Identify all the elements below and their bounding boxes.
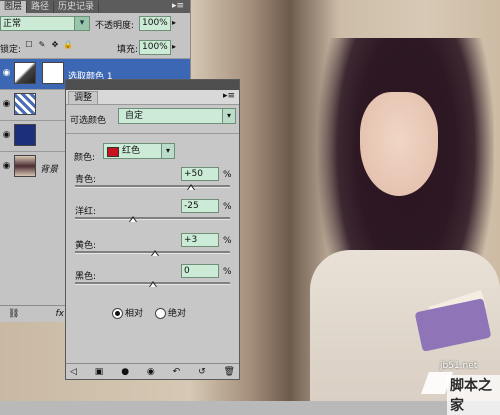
- eye-icon[interactable]: ◉: [1, 161, 12, 172]
- method-radio-group: 相对 绝对: [112, 306, 186, 319]
- yellow-slider-handle[interactable]: [150, 250, 159, 256]
- absolute-label: 绝对: [168, 309, 187, 319]
- previous-state-icon[interactable]: ↶: [173, 367, 181, 377]
- tab-history[interactable]: 历史记录: [54, 1, 100, 13]
- black-slider-handle[interactable]: [148, 281, 157, 287]
- cyan-slider-track[interactable]: [75, 185, 230, 188]
- cyan-input[interactable]: +50: [181, 167, 219, 181]
- absolute-radio[interactable]: [155, 308, 167, 319]
- watermark-name: 脚本之家: [447, 375, 500, 415]
- layers-tabs: 图层 路径 历史记录: [0, 0, 190, 13]
- fx-icon[interactable]: fx: [55, 309, 64, 319]
- relative-option[interactable]: 相对: [112, 306, 143, 319]
- magenta-slider-track[interactable]: [75, 217, 230, 220]
- layer-mask-thumbnail: [42, 62, 64, 84]
- fill-slider-arrow-icon[interactable]: ▸: [172, 42, 176, 51]
- blend-mode-value: 正常: [3, 19, 22, 29]
- relative-radio[interactable]: [112, 308, 123, 319]
- tab-paths[interactable]: 路径: [27, 1, 55, 13]
- cyan-slider-handle[interactable]: [187, 184, 196, 190]
- lock-icons: ☐ ✎ ✥ 🔒: [24, 40, 73, 50]
- lock-paint-icon[interactable]: ✎: [37, 40, 47, 50]
- panel-menu-icon[interactable]: ▸≡: [223, 91, 235, 101]
- colors-label: 颜色:: [74, 153, 96, 163]
- preset-select[interactable]: 自定 ▾: [118, 108, 236, 124]
- lock-all-icon[interactable]: 🔒: [63, 40, 73, 50]
- lock-label: 锁定:: [0, 45, 22, 55]
- yellow-label: 黄色:: [75, 241, 97, 251]
- link-icon[interactable]: ⛓: [8, 309, 19, 319]
- clip-layer-icon[interactable]: ●: [121, 367, 129, 377]
- preset-value: 自定: [125, 111, 144, 121]
- colors-select[interactable]: 红色 ▾: [103, 143, 175, 159]
- tab-layers[interactable]: 图层: [0, 1, 28, 13]
- chevron-down-icon: ▾: [161, 144, 174, 158]
- eye-icon[interactable]: ◉: [1, 99, 12, 110]
- magenta-label: 洋红:: [75, 207, 97, 217]
- opacity-label: 不透明度:: [95, 21, 135, 31]
- yellow-unit: %: [223, 236, 232, 246]
- black-label: 黑色:: [75, 272, 97, 282]
- adjustments-panel: 调整 ▸≡ 可选颜色 自定 ▾ 颜色: 红色 ▾ 青色: +50 % 洋红: -…: [65, 79, 240, 380]
- layer-name: 背景: [40, 165, 59, 175]
- adjustment-layer-icon: [14, 62, 36, 84]
- panel-menu-icon[interactable]: ▸≡: [172, 1, 184, 11]
- magenta-slider-handle[interactable]: [129, 216, 138, 222]
- divider: [66, 133, 239, 134]
- photo-face: [360, 92, 438, 196]
- black-input[interactable]: 0: [181, 264, 219, 278]
- absolute-option[interactable]: 绝对: [155, 306, 186, 319]
- fill-label: 填充:: [117, 45, 139, 55]
- magenta-input[interactable]: -25: [181, 199, 219, 213]
- adjustments-tabbar: 调整 ▸≡: [66, 90, 239, 105]
- adjustments-footer: ◁ ▣ ● ◉ ↶ ↺ 🗑: [66, 363, 239, 379]
- layer-thumbnail: [14, 93, 36, 115]
- eye-icon[interactable]: ◉: [1, 130, 12, 141]
- fill-input[interactable]: 100%: [139, 40, 171, 55]
- magenta-unit: %: [223, 202, 232, 212]
- relative-label: 相对: [125, 309, 144, 319]
- opacity-input[interactable]: 100%: [139, 16, 171, 31]
- layer-thumbnail: [14, 124, 36, 146]
- color-swatch: [107, 147, 119, 157]
- chevron-down-icon: ▾: [222, 109, 235, 123]
- expand-view-icon[interactable]: ▣: [95, 367, 104, 377]
- cyan-label: 青色:: [75, 175, 97, 185]
- chevron-down-icon: ▾: [74, 17, 89, 30]
- black-unit: %: [223, 267, 232, 277]
- blend-mode-select[interactable]: 正常 ▾: [0, 16, 90, 31]
- eye-icon[interactable]: ◉: [1, 68, 12, 79]
- lock-move-icon[interactable]: ✥: [50, 40, 60, 50]
- layer-thumbnail: [14, 155, 36, 177]
- cyan-unit: %: [223, 170, 232, 180]
- tab-adjustments[interactable]: 调整: [68, 91, 99, 104]
- watermark-site: jb51.net: [440, 361, 478, 371]
- reset-icon[interactable]: ↺: [198, 367, 206, 377]
- yellow-input[interactable]: +3: [181, 233, 219, 247]
- opacity-slider-arrow-icon[interactable]: ▸: [172, 18, 176, 27]
- colors-value: 红色: [122, 146, 141, 156]
- visibility-eye-icon[interactable]: ◉: [147, 367, 155, 377]
- adjustment-type-label: 可选颜色: [70, 116, 107, 126]
- lock-transparency-icon[interactable]: ☐: [24, 40, 34, 50]
- adjustments-titlebar[interactable]: [66, 80, 239, 90]
- trash-icon[interactable]: 🗑: [224, 367, 235, 377]
- back-arrow-icon[interactable]: ◁: [70, 367, 77, 377]
